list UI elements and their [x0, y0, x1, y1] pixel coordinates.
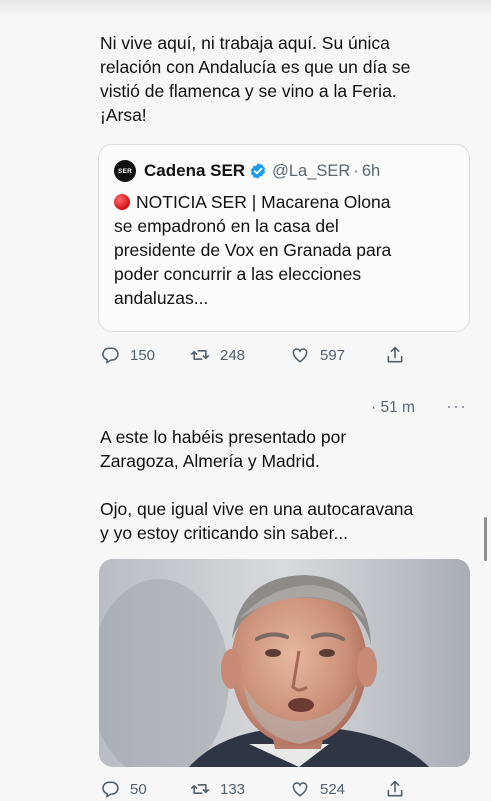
quoted-line: NOTICIA SER | Macarena Olona	[114, 190, 459, 214]
reply-button[interactable]: 50	[100, 779, 147, 799]
cadena-ser-avatar[interactable]: SER	[114, 160, 136, 182]
tweet-actions: 50 133 524	[100, 779, 420, 801]
quoted-timestamp[interactable]: 6h	[362, 162, 380, 181]
more-options-icon[interactable]: ···	[446, 396, 467, 417]
verified-badge-icon	[250, 163, 266, 179]
scrollbar[interactable]	[484, 517, 487, 561]
man-portrait-image	[99, 559, 470, 767]
quoted-line: se empadronó en la casa del	[114, 216, 339, 236]
tweet-line: y yo estoy criticando sin saber...	[100, 523, 349, 543]
reply-icon	[102, 781, 119, 798]
heart-icon	[292, 782, 308, 797]
share-button[interactable]	[385, 779, 415, 799]
quoted-line-text: NOTICIA SER | Macarena Olona	[136, 192, 391, 212]
retweet-button[interactable]: 133	[190, 779, 245, 799]
retweet-icon	[190, 784, 210, 794]
quoted-author-handle[interactable]: @La_SER	[272, 162, 350, 181]
tweet-line: Ni vive aquí, ni trabaja aquí. Su única	[100, 33, 390, 53]
like-button[interactable]: 524	[290, 779, 345, 799]
share-icon	[387, 780, 403, 797]
quoted-author-name[interactable]: Cadena SER	[144, 161, 245, 181]
reply-count: 150	[130, 346, 156, 364]
share-icon	[387, 346, 403, 363]
quoted-tweet[interactable]: SER Cadena SER @La_SER · 6h NOTICIA SER …	[98, 144, 470, 332]
quoted-line: presidente de Vox en Granada para	[114, 240, 392, 260]
top-edge-shadow	[0, 0, 491, 18]
tweet-line: Ojo, que igual vive en una autocaravana	[100, 499, 414, 519]
tweet-photo[interactable]	[99, 559, 470, 767]
like-count: 597	[320, 346, 346, 364]
heart-icon	[292, 348, 308, 363]
reply-icon	[102, 347, 119, 364]
quoted-tweet-header: SER Cadena SER @La_SER · 6h	[114, 158, 380, 184]
retweet-count: 248	[220, 346, 246, 364]
quoted-line: andaluzas...	[114, 288, 209, 308]
like-button[interactable]: 597	[290, 345, 345, 365]
tweet-line: vistió de flamenca y se vino a la Feria.	[100, 81, 397, 101]
tweet-line: ¡Arsa!	[100, 105, 147, 125]
tweet-line: relación con Andalucía es que un día se	[100, 57, 411, 77]
tweet-line: Zaragoza, Almería y Madrid.	[100, 451, 320, 471]
quoted-line: poder concurrir a las elecciones	[114, 264, 362, 284]
tweet-timestamp[interactable]: · 51 m	[371, 399, 415, 417]
quoted-tweet-text: NOTICIA SER | Macarena Olona se empadron…	[114, 190, 459, 310]
tweet-actions: 150 248 597	[100, 345, 420, 367]
tweet-text: A este lo habéis presentado por Zaragoza…	[100, 425, 470, 545]
reply-button[interactable]: 150	[100, 345, 155, 365]
retweet-button[interactable]: 248	[190, 345, 245, 365]
like-count: 524	[320, 780, 346, 798]
tweet-text: Ni vive aquí, ni trabaja aquí. Su única …	[100, 31, 470, 127]
share-button[interactable]	[385, 345, 415, 365]
tweet-line: A este lo habéis presentado por	[100, 427, 347, 447]
red-circle-icon	[114, 194, 130, 210]
separator-dot: ·	[353, 161, 359, 180]
reply-count: 50	[130, 780, 147, 798]
retweet-icon	[190, 350, 210, 360]
retweet-count: 133	[220, 780, 246, 798]
